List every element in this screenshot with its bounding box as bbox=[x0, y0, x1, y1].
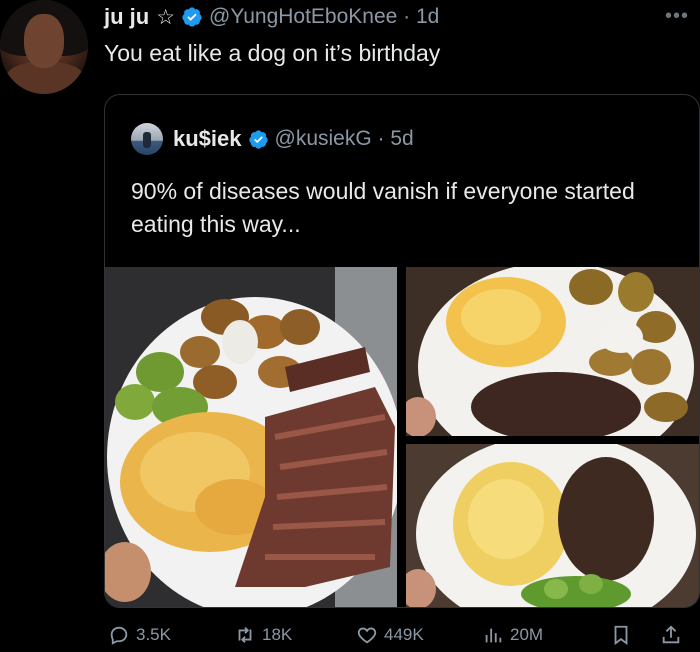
repost-count: 18K bbox=[262, 625, 293, 644]
heart-icon bbox=[357, 627, 377, 644]
star-outline-icon: ☆ bbox=[156, 5, 176, 29]
post-header: ju ju ☆ @YungHotEboKnee · 1d bbox=[104, 2, 439, 32]
action-bar: 3.5K 18K 449K 20M bbox=[104, 618, 700, 652]
bookmark-button[interactable] bbox=[610, 618, 632, 652]
views-button[interactable]: 20M bbox=[482, 618, 543, 652]
author-avatar[interactable] bbox=[0, 0, 88, 94]
like-count: 449K bbox=[384, 625, 424, 644]
reply-button[interactable]: 3.5K bbox=[108, 618, 171, 652]
food-photo-steak-plate[interactable] bbox=[105, 267, 397, 607]
food-photo-eggs-beef-potatoes[interactable] bbox=[406, 267, 699, 436]
quoted-post[interactable]: ku$iek @kusiekG · 5d 90% of diseases wou… bbox=[104, 94, 700, 608]
views-chart-icon bbox=[485, 628, 502, 643]
quoted-post-text: 90% of diseases would vanish if everyone… bbox=[131, 178, 635, 237]
share-button[interactable] bbox=[660, 618, 682, 652]
quoted-author-avatar[interactable] bbox=[131, 123, 163, 155]
repost-icon bbox=[238, 627, 252, 643]
like-button[interactable]: 449K bbox=[356, 618, 424, 652]
view-count: 20M bbox=[510, 625, 544, 644]
author-display-name[interactable]: ju ju bbox=[104, 4, 149, 30]
quoted-author-handle-time[interactable]: @kusiekG · 5d bbox=[275, 127, 414, 151]
quoted-author-display-name[interactable]: ku$iek bbox=[173, 126, 242, 152]
reply-count: 3.5K bbox=[136, 625, 171, 644]
verified-badge-icon[interactable] bbox=[248, 129, 269, 150]
post-text: You eat like a dog on it’s birthday bbox=[104, 40, 441, 66]
media-grid bbox=[105, 267, 699, 607]
author-handle-time[interactable]: @YungHotEboKnee · 1d bbox=[209, 5, 439, 29]
quoted-post-header: ku$iek @kusiekG · 5d bbox=[131, 123, 414, 155]
bookmark-icon bbox=[614, 625, 628, 646]
share-icon bbox=[662, 625, 680, 644]
reply-icon bbox=[110, 626, 128, 645]
repost-button[interactable]: 18K bbox=[234, 618, 292, 652]
more-options-icon[interactable]: ••• bbox=[665, 6, 689, 26]
food-photo-eggs-beef-cucumber[interactable] bbox=[406, 444, 699, 607]
verified-badge-icon[interactable] bbox=[181, 6, 203, 28]
